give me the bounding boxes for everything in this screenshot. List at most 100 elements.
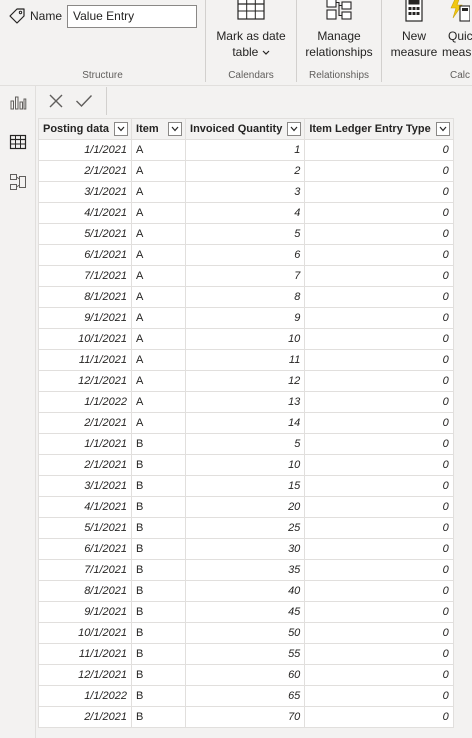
entry-type-cell[interactable]: 0 bbox=[304, 517, 454, 539]
entry-type-cell[interactable]: 0 bbox=[304, 622, 454, 644]
posting-date-cell[interactable]: 11/1/2021 bbox=[37, 349, 133, 371]
posting-date-cell[interactable]: 8/1/2021 bbox=[37, 580, 133, 602]
entry-type-cell[interactable]: 0 bbox=[304, 496, 454, 518]
report-view-button[interactable] bbox=[6, 90, 30, 114]
invoiced-quantity-cell[interactable]: 55 bbox=[185, 643, 306, 665]
invoiced-quantity-cell[interactable]: 65 bbox=[185, 685, 306, 707]
item-cell[interactable]: B bbox=[131, 454, 187, 476]
column-header-item-ledger-entry-type[interactable]: Item Ledger Entry Type bbox=[304, 118, 454, 140]
chevron-down-icon[interactable] bbox=[435, 122, 450, 136]
item-cell[interactable]: A bbox=[131, 160, 187, 182]
posting-date-cell[interactable]: 10/1/2021 bbox=[37, 622, 133, 644]
new-measure-button[interactable]: New measure bbox=[388, 0, 440, 60]
invoiced-quantity-cell[interactable]: 30 bbox=[185, 538, 306, 560]
invoiced-quantity-cell[interactable]: 10 bbox=[185, 454, 306, 476]
item-cell[interactable]: B bbox=[131, 475, 187, 497]
invoiced-quantity-cell[interactable]: 11 bbox=[185, 349, 306, 371]
item-cell[interactable]: A bbox=[131, 328, 187, 350]
invoiced-quantity-cell[interactable]: 7 bbox=[185, 265, 306, 287]
posting-date-cell[interactable]: 6/1/2021 bbox=[37, 538, 133, 560]
item-cell[interactable]: A bbox=[131, 139, 187, 161]
entry-type-cell[interactable]: 0 bbox=[304, 433, 454, 455]
entry-type-cell[interactable]: 0 bbox=[304, 538, 454, 560]
invoiced-quantity-cell[interactable]: 50 bbox=[185, 622, 306, 644]
entry-type-cell[interactable]: 0 bbox=[304, 685, 454, 707]
data-view-button[interactable] bbox=[6, 130, 30, 154]
posting-date-cell[interactable]: 12/1/2021 bbox=[37, 664, 133, 686]
invoiced-quantity-cell[interactable]: 3 bbox=[185, 181, 306, 203]
item-cell[interactable]: B bbox=[131, 706, 187, 728]
posting-date-cell[interactable]: 2/1/2021 bbox=[37, 706, 133, 728]
item-cell[interactable]: B bbox=[131, 559, 187, 581]
entry-type-cell[interactable]: 0 bbox=[304, 223, 454, 245]
mark-as-date-table-button[interactable]: Mark as date table bbox=[210, 0, 292, 60]
posting-date-cell[interactable]: 4/1/2021 bbox=[37, 202, 133, 224]
entry-type-cell[interactable]: 0 bbox=[304, 580, 454, 602]
entry-type-cell[interactable]: 0 bbox=[304, 286, 454, 308]
posting-date-cell[interactable]: 1/1/2022 bbox=[37, 391, 133, 413]
item-cell[interactable]: A bbox=[131, 223, 187, 245]
manage-relationships-button[interactable]: Manage relationships bbox=[299, 0, 379, 60]
entry-type-cell[interactable]: 0 bbox=[304, 391, 454, 413]
item-cell[interactable]: B bbox=[131, 433, 187, 455]
posting-date-cell[interactable]: 9/1/2021 bbox=[37, 307, 133, 329]
posting-date-cell[interactable]: 1/1/2021 bbox=[37, 139, 133, 161]
entry-type-cell[interactable]: 0 bbox=[304, 664, 454, 686]
item-cell[interactable]: A bbox=[131, 412, 187, 434]
entry-type-cell[interactable]: 0 bbox=[304, 559, 454, 581]
invoiced-quantity-cell[interactable]: 35 bbox=[185, 559, 306, 581]
entry-type-cell[interactable]: 0 bbox=[304, 475, 454, 497]
commit-edit-button[interactable] bbox=[70, 88, 98, 114]
posting-date-cell[interactable]: 2/1/2021 bbox=[37, 412, 133, 434]
posting-date-cell[interactable]: 12/1/2021 bbox=[37, 370, 133, 392]
posting-date-cell[interactable]: 2/1/2021 bbox=[37, 160, 133, 182]
invoiced-quantity-cell[interactable]: 4 bbox=[185, 202, 306, 224]
entry-type-cell[interactable]: 0 bbox=[304, 139, 454, 161]
invoiced-quantity-cell[interactable]: 20 bbox=[185, 496, 306, 518]
entry-type-cell[interactable]: 0 bbox=[304, 601, 454, 623]
posting-date-cell[interactable]: 9/1/2021 bbox=[37, 601, 133, 623]
posting-date-cell[interactable]: 3/1/2021 bbox=[37, 475, 133, 497]
column-header-posting-data[interactable]: Posting data bbox=[37, 118, 133, 140]
posting-date-cell[interactable]: 7/1/2021 bbox=[37, 559, 133, 581]
entry-type-cell[interactable]: 0 bbox=[304, 244, 454, 266]
entry-type-cell[interactable]: 0 bbox=[304, 181, 454, 203]
invoiced-quantity-cell[interactable]: 2 bbox=[185, 160, 306, 182]
posting-date-cell[interactable]: 6/1/2021 bbox=[37, 244, 133, 266]
invoiced-quantity-cell[interactable]: 9 bbox=[185, 307, 306, 329]
posting-date-cell[interactable]: 10/1/2021 bbox=[37, 328, 133, 350]
posting-date-cell[interactable]: 7/1/2021 bbox=[37, 265, 133, 287]
posting-date-cell[interactable]: 1/1/2021 bbox=[37, 433, 133, 455]
item-cell[interactable]: B bbox=[131, 580, 187, 602]
quick-measure-button[interactable]: Quic measu bbox=[442, 0, 472, 60]
item-cell[interactable]: A bbox=[131, 286, 187, 308]
chevron-down-icon[interactable] bbox=[287, 122, 302, 136]
entry-type-cell[interactable]: 0 bbox=[304, 643, 454, 665]
invoiced-quantity-cell[interactable]: 15 bbox=[185, 475, 306, 497]
posting-date-cell[interactable]: 5/1/2021 bbox=[37, 517, 133, 539]
invoiced-quantity-cell[interactable]: 5 bbox=[185, 223, 306, 245]
invoiced-quantity-cell[interactable]: 14 bbox=[185, 412, 306, 434]
table-name-input[interactable] bbox=[67, 4, 198, 28]
entry-type-cell[interactable]: 0 bbox=[304, 160, 454, 182]
invoiced-quantity-cell[interactable]: 10 bbox=[185, 328, 306, 350]
chevron-down-icon[interactable] bbox=[114, 122, 129, 136]
invoiced-quantity-cell[interactable]: 1 bbox=[185, 139, 306, 161]
item-cell[interactable]: A bbox=[131, 391, 187, 413]
item-cell[interactable]: B bbox=[131, 685, 187, 707]
item-cell[interactable]: A bbox=[131, 349, 187, 371]
posting-date-cell[interactable]: 8/1/2021 bbox=[37, 286, 133, 308]
invoiced-quantity-cell[interactable]: 25 bbox=[185, 517, 306, 539]
column-header-invoiced-quantity[interactable]: Invoiced Quantity bbox=[185, 118, 306, 140]
item-cell[interactable]: A bbox=[131, 265, 187, 287]
posting-date-cell[interactable]: 1/1/2022 bbox=[37, 685, 133, 707]
entry-type-cell[interactable]: 0 bbox=[304, 202, 454, 224]
entry-type-cell[interactable]: 0 bbox=[304, 454, 454, 476]
invoiced-quantity-cell[interactable]: 70 bbox=[185, 706, 306, 728]
entry-type-cell[interactable]: 0 bbox=[304, 370, 454, 392]
posting-date-cell[interactable]: 4/1/2021 bbox=[37, 496, 133, 518]
item-cell[interactable]: B bbox=[131, 664, 187, 686]
posting-date-cell[interactable]: 3/1/2021 bbox=[37, 181, 133, 203]
item-cell[interactable]: A bbox=[131, 307, 187, 329]
item-cell[interactable]: B bbox=[131, 496, 187, 518]
